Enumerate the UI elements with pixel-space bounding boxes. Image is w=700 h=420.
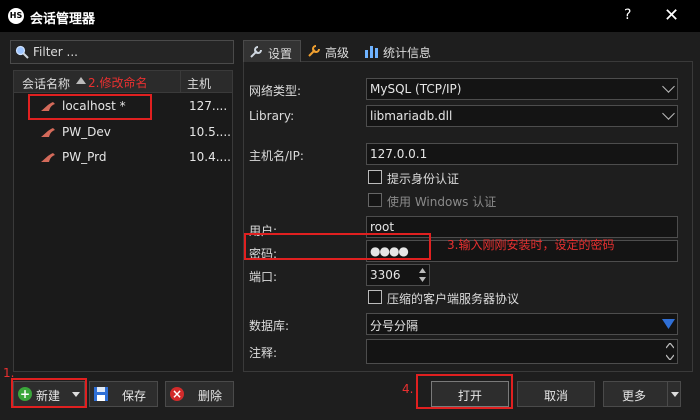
column-header-name[interactable]: 会话名称 — [22, 75, 70, 92]
scroll-arrows-icon[interactable] — [666, 343, 674, 360]
annotation-4: 4. — [402, 382, 414, 396]
port-label: 端口: — [249, 270, 278, 284]
prompt-auth-label: 提示身份认证 — [387, 172, 460, 186]
window-title: 会话管理器 — [30, 12, 96, 27]
delete-button[interactable]: × 删除 — [165, 381, 234, 407]
tab-advanced[interactable]: 高级 — [303, 40, 359, 62]
chevron-down-icon — [662, 107, 675, 120]
title-bar: HS 会话管理器 ? ✕ — [0, 0, 700, 32]
network-type-label: 网络类型: — [249, 84, 302, 98]
save-button-label: 保存 — [122, 389, 147, 403]
dropdown-arrow-icon[interactable] — [671, 392, 679, 397]
network-type-select[interactable]: MySQL (TCP/IP) — [366, 78, 678, 100]
column-header-host[interactable]: 主机 — [187, 75, 211, 92]
prompt-auth-checkbox[interactable] — [368, 170, 382, 184]
annotation-2: 2.修改命名 — [88, 76, 148, 90]
open-button[interactable]: 打开 — [431, 381, 509, 407]
session-list-header: 会话名称 2.修改命名 主机 — [14, 71, 232, 93]
help-button[interactable]: ? — [624, 7, 631, 23]
search-icon — [15, 45, 29, 59]
wrench-icon — [250, 46, 262, 58]
session-name: PW_Dev — [62, 125, 111, 139]
filter-placeholder: Filter ... — [33, 45, 78, 59]
spinner-arrows-icon[interactable] — [419, 268, 426, 282]
user-value: root — [370, 220, 395, 234]
annotation-box-rename — [28, 94, 152, 120]
session-host: 10.5.... — [189, 125, 231, 139]
windows-auth-checkbox[interactable] — [368, 193, 382, 207]
compress-label: 压缩的客户端服务器协议 — [387, 292, 520, 306]
save-button[interactable]: 保存 — [89, 381, 158, 407]
session-host: 127.... — [189, 99, 228, 113]
tab-advanced-label: 高级 — [325, 46, 350, 60]
wrench-orange-icon — [308, 45, 320, 57]
database-label: 数据库: — [249, 319, 290, 333]
annotation-3: 3.输入刚刚安装时，设定的密码 — [447, 238, 615, 252]
sort-asc-icon — [76, 77, 86, 84]
comment-label: 注释: — [249, 346, 278, 360]
cancel-button-label: 取消 — [544, 389, 569, 403]
dolphin-icon — [41, 153, 55, 162]
more-button-label: 更多 — [622, 389, 647, 403]
database-value: 分号分隔 — [370, 319, 419, 333]
session-row-pw-dev[interactable]: PW_Dev 10.5.... — [14, 121, 232, 143]
host-label: 主机名/IP: — [249, 149, 304, 163]
open-button-label: 打开 — [458, 389, 483, 403]
split-divider — [667, 382, 668, 406]
cancel-button[interactable]: 取消 — [517, 381, 595, 407]
library-select[interactable]: libmariadb.dll — [366, 105, 678, 127]
windows-auth-label: 使用 Windows 认证 — [387, 195, 497, 209]
database-select[interactable]: 分号分隔 — [366, 313, 678, 335]
tab-settings-label: 设置 — [268, 47, 293, 61]
port-input[interactable]: 3306 — [366, 264, 430, 286]
compress-checkbox[interactable] — [368, 290, 382, 304]
tab-bar: 设置 高级 统计信息 — [243, 40, 693, 62]
delete-x-icon: × — [170, 387, 184, 401]
library-label: Library: — [249, 109, 295, 123]
library-value: libmariadb.dll — [370, 109, 453, 123]
host-input[interactable]: 127.0.0.1 — [366, 143, 678, 165]
session-row-pw-prd[interactable]: PW_Prd 10.4.... — [14, 146, 232, 168]
dolphin-icon — [41, 128, 55, 137]
session-name: PW_Prd — [62, 150, 107, 164]
port-value: 3306 — [370, 268, 401, 282]
app-logo-icon: HS — [8, 8, 24, 24]
dropdown-arrow-icon[interactable] — [662, 319, 675, 329]
annotation-box-password — [244, 233, 431, 260]
network-type-value: MySQL (TCP/IP) — [370, 82, 462, 96]
tab-settings[interactable]: 设置 — [243, 40, 301, 62]
tab-statistics[interactable]: 统计信息 — [361, 40, 441, 62]
bar-chart-icon — [365, 46, 378, 58]
tab-statistics-label: 统计信息 — [383, 46, 432, 60]
filter-input[interactable]: Filter ... — [10, 40, 234, 64]
floppy-disk-icon — [94, 387, 108, 401]
close-button[interactable]: ✕ — [664, 5, 679, 26]
host-value: 127.0.0.1 — [370, 147, 428, 161]
delete-button-label: 删除 — [198, 389, 223, 403]
chevron-down-icon — [662, 80, 675, 93]
session-host: 10.4.... — [189, 150, 231, 164]
column-divider — [180, 71, 181, 93]
annotation-box-new — [11, 378, 87, 408]
more-button[interactable]: 更多 — [603, 381, 681, 407]
comment-input[interactable] — [366, 339, 678, 364]
